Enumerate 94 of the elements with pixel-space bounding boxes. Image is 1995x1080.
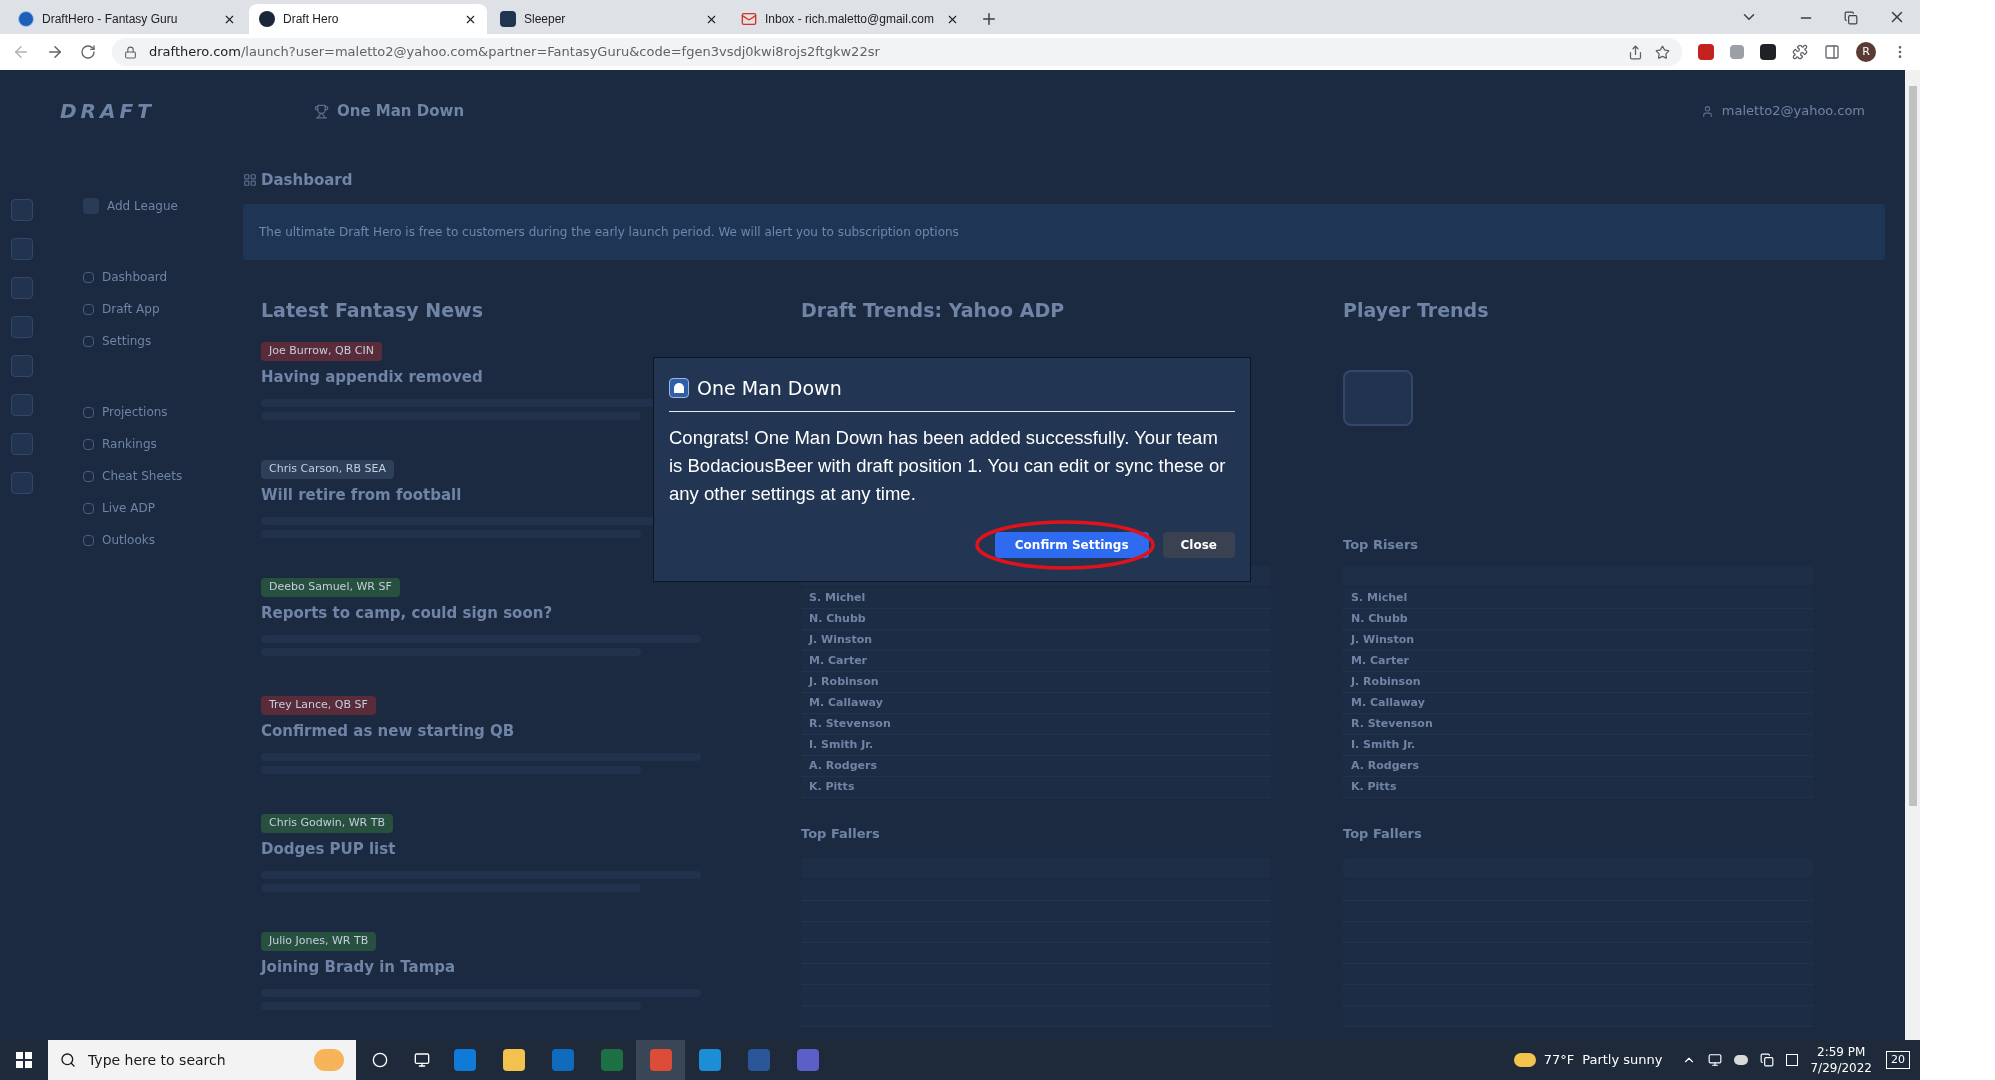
site-icon — [500, 11, 516, 27]
player-name: R. Stevenson — [809, 715, 891, 732]
player-name: A. Rodgers — [809, 757, 877, 774]
section-heading: Draft Trends: Yahoo ADP — [801, 298, 1066, 323]
menu-item-icon — [83, 304, 94, 315]
menu-item-icon — [83, 272, 94, 283]
dialog-message: Congrats! One Man Down has been added successfully. Your team is BodaciousBeer with draft position 1. You can edit or sync these or any other settings at any time. — [669, 425, 1227, 506]
menu-item-icon — [83, 407, 94, 418]
scrollbar[interactable] — [1905, 70, 1920, 1040]
league-name[interactable]: One Man Down — [337, 99, 465, 123]
player-name: I. Smith Jr. — [1351, 736, 1416, 753]
sidebar-item[interactable]: Dashboard — [102, 270, 168, 285]
player-name: S. Michel — [1351, 589, 1408, 606]
table-heading: Top Fallers — [801, 825, 881, 843]
player-name: M. Callaway — [1351, 694, 1425, 711]
temperature[interactable]: 77°F — [1543, 1050, 1575, 1070]
sidebar-item[interactable]: Add League — [107, 197, 178, 215]
side-panel-icon[interactable] — [1824, 44, 1840, 60]
browser-tab[interactable]: Draft Hero — [249, 4, 487, 34]
section-heading: Latest Fantasy News — [261, 298, 484, 323]
sidebar-item[interactable]: Live ADP — [102, 501, 155, 516]
extensions-icon[interactable] — [1792, 44, 1808, 60]
news-headline[interactable]: Reports to camp, could sign soon? — [261, 601, 553, 624]
player-name: K. Pitts — [1351, 778, 1397, 795]
news-headline[interactable]: Having appendix removed — [261, 365, 483, 388]
bookmark-icon[interactable] — [1655, 44, 1670, 60]
menu-item-icon — [83, 535, 94, 546]
news-headline[interactable]: Confirmed as new starting QB — [261, 719, 515, 742]
news-headline[interactable]: Joining Brady in Tampa — [261, 955, 456, 978]
player-tag: Chris Godwin, WR TB — [261, 814, 393, 833]
player-name: M. Carter — [809, 652, 868, 669]
news-headline[interactable]: Dodges PUP list — [261, 837, 396, 860]
player-name: J. Winston — [1351, 631, 1415, 648]
player-name: M. Callaway — [809, 694, 883, 711]
user-email[interactable]: maletto2@yahoo.com — [1721, 101, 1865, 121]
sidebar-item[interactable]: Outlooks — [102, 533, 155, 548]
site-icon — [18, 11, 34, 27]
logo-badge-icon — [1343, 370, 1413, 426]
page-title: Dashboard — [261, 169, 353, 191]
player-tag: Julio Jones, WR TB — [261, 932, 377, 951]
player-name: M. Carter — [1351, 652, 1410, 669]
menu-item-icon — [83, 439, 94, 450]
player-name: J. Robinson — [809, 673, 879, 690]
player-name: N. Chubb — [809, 610, 866, 627]
restore-icon[interactable] — [1844, 11, 1858, 25]
search-field[interactable]: Type here to search — [48, 1040, 356, 1080]
share-icon[interactable] — [1628, 44, 1643, 60]
menu-item-icon — [83, 503, 94, 514]
player-name: A. Rodgers — [1351, 757, 1419, 774]
search-icon — [60, 1052, 76, 1068]
player-name: S. Michel — [809, 589, 866, 606]
table-heading: Top Risers — [1343, 535, 1420, 554]
dashboard-icon — [243, 173, 257, 187]
dialog-title: One Man Down — [697, 376, 842, 401]
sidebar-item[interactable]: Cheat Sheets — [102, 469, 183, 484]
browser-tab[interactable]: DraftHero - Fantasy Guru — [8, 4, 246, 34]
mail-icon — [741, 11, 757, 27]
player-name: R. Stevenson — [1351, 715, 1433, 732]
player-tag: Deebo Samuel, WR SF — [261, 578, 400, 597]
lock-icon — [124, 45, 137, 59]
news-headline[interactable]: Will retire from football — [261, 483, 462, 506]
player-name: K. Pitts — [809, 778, 855, 795]
sidebar-item[interactable]: Draft App — [102, 302, 160, 317]
player-tag: Chris Carson, RB SEA — [261, 460, 394, 479]
menu-item-icon — [83, 471, 94, 482]
weather-forecast[interactable]: Partly sunny — [1582, 1050, 1663, 1070]
address-bar[interactable]: drafthero.com/launch?user=maletto2@yahoo.com&partner=FantasyGuru&code=fgen3vsdj0kwi8rojs2ftgkw22sr — [112, 38, 1682, 66]
forward-icon[interactable] — [46, 43, 64, 61]
browser-tab[interactable]: Sleeper — [490, 4, 728, 34]
player-tag: Trey Lance, QB SF — [261, 696, 376, 715]
app-logo[interactable]: DRAFT — [60, 99, 155, 123]
browser-tab[interactable]: Inbox - rich.maletto@gmail.com — [731, 4, 969, 34]
close-button[interactable]: Close — [1162, 531, 1235, 558]
new-tab-icon[interactable] — [980, 10, 998, 28]
sidebar-item[interactable]: Rankings — [102, 437, 157, 452]
sidebar-item[interactable]: Settings — [102, 334, 152, 349]
user-icon — [1700, 104, 1714, 118]
notification-count[interactable]: 20 — [1886, 1050, 1910, 1070]
sidebar-item[interactable]: Projections — [102, 405, 168, 420]
clock[interactable]: 2:59 PM 7/29/2022 — [1810, 1044, 1872, 1076]
profile-avatar[interactable]: R — [1856, 42, 1876, 62]
confirm-button[interactable]: Confirm Settings — [994, 531, 1149, 558]
table-heading: Top Fallers — [1343, 825, 1423, 843]
reload-icon[interactable] — [80, 44, 96, 60]
league-icon — [314, 103, 329, 119]
section-heading: Player Trends — [1343, 298, 1490, 323]
extension-icon[interactable] — [1760, 44, 1776, 60]
player-tag: Joe Burrow, QB CIN — [261, 342, 382, 361]
info-banner: The ultimate Draft Hero is free to customers during the early launch period. We will alert you to subscription options — [243, 204, 1885, 260]
player-name: N. Chubb — [1351, 610, 1408, 627]
player-name: J. Winston — [809, 631, 873, 648]
player-name: J. Robinson — [1351, 673, 1421, 690]
menu-item-icon — [83, 336, 94, 347]
player-name: I. Smith Jr. — [809, 736, 874, 753]
